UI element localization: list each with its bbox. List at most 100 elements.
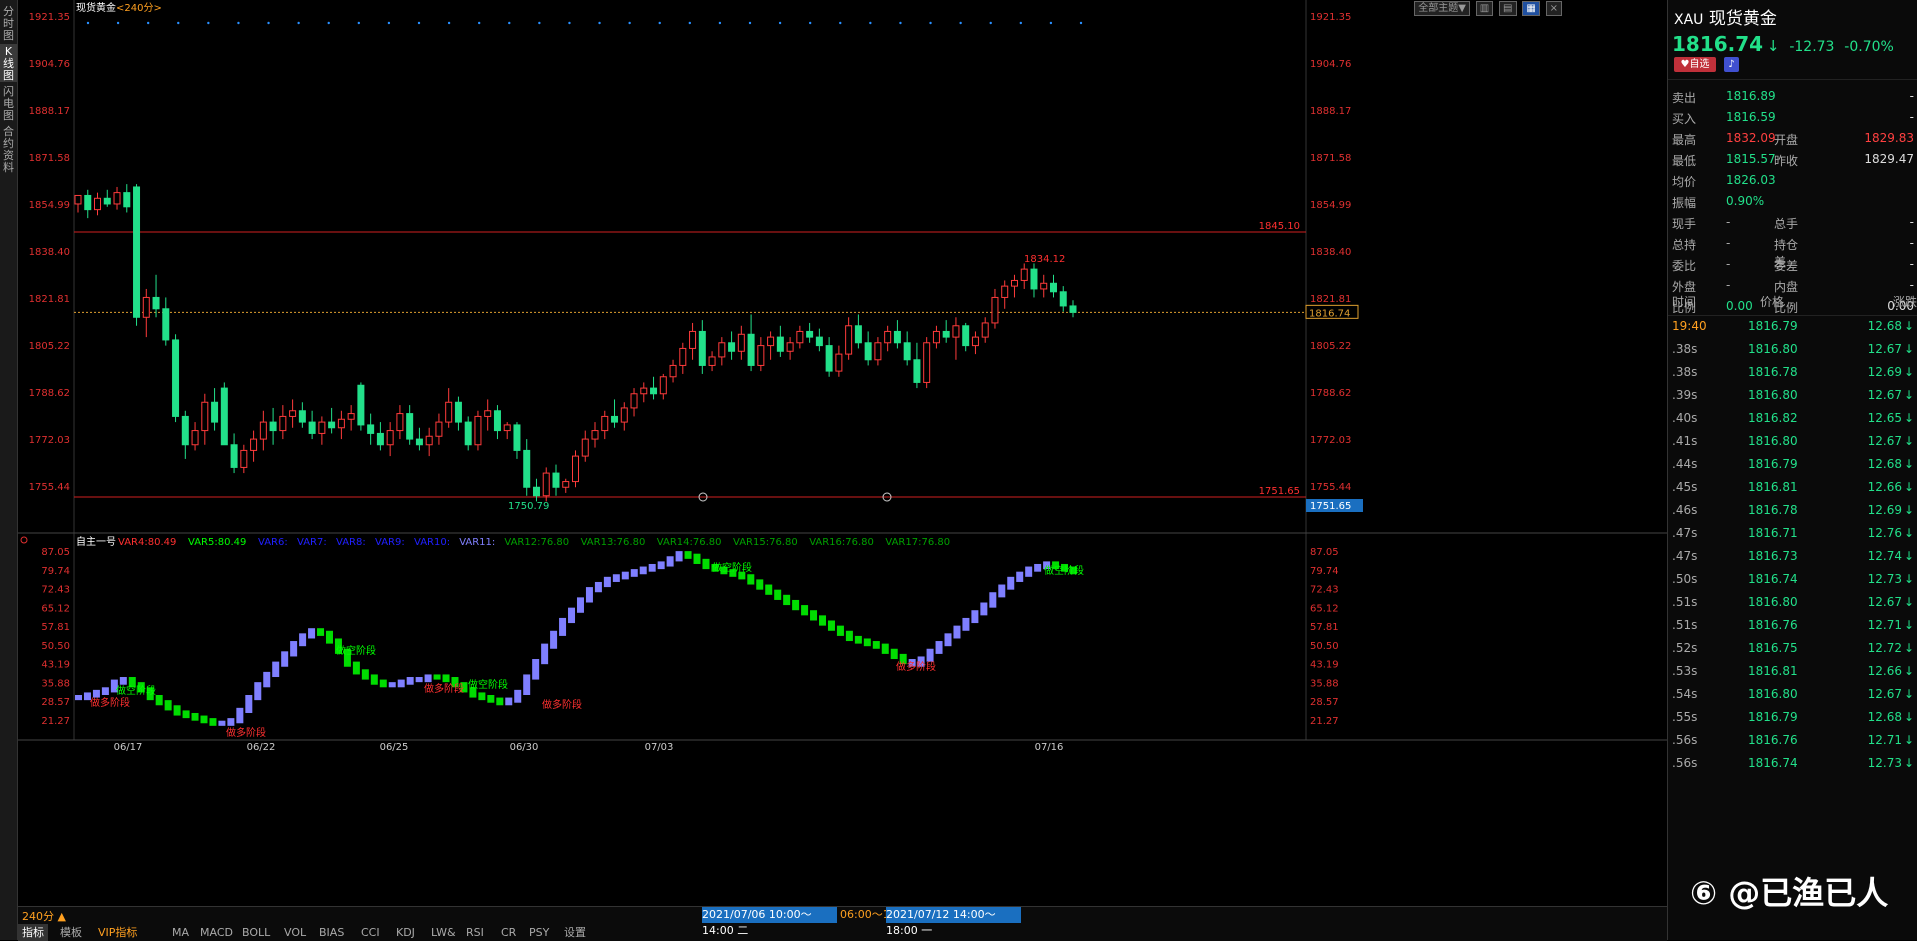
last-price: 1816.74 (1672, 32, 1764, 56)
tick-row: .47s 1816.73 12.74 ↓ (1668, 544, 1917, 569)
signal-dot (899, 21, 902, 25)
signal-dot (598, 21, 601, 25)
theme-dropdown[interactable]: 全部主题▼ (1414, 1, 1470, 16)
down-arrow-icon: ↓ (1904, 733, 1915, 747)
indicator-var: VAR16:76.80 (809, 537, 874, 548)
indicator-var: VAR9: (375, 537, 405, 548)
candle-body (835, 353, 843, 372)
tick-change: 12.67 (1867, 687, 1902, 701)
indicator-bar (182, 710, 190, 719)
tick-price: 1816.76 (1748, 733, 1798, 747)
candle-body (1001, 285, 1009, 298)
indicator-bar (541, 643, 549, 665)
indicator-tab[interactable]: VIP指标 (94, 924, 141, 941)
indicator-tab[interactable]: RSI (462, 924, 488, 941)
signal-dot (538, 21, 541, 25)
date-label: 06/25 (380, 742, 409, 753)
tick-row: .51s 1816.76 12.71 ↓ (1668, 613, 1917, 638)
indicator-bar (836, 625, 844, 636)
quote-value: - (1909, 110, 1914, 124)
indicator-bar (639, 566, 647, 575)
close-icon[interactable]: × (1545, 1, 1562, 16)
tick-price: 1816.79 (1748, 710, 1798, 724)
indicator-tab[interactable]: 指标 (18, 924, 48, 941)
tick-row: .50s 1816.74 12.73 ↓ (1668, 567, 1917, 592)
quote-value: - (1909, 236, 1914, 250)
indicator-bar (523, 674, 531, 696)
price-tick-left: 1772.03 (29, 435, 70, 446)
layout-2-icon[interactable]: ▤ (1499, 1, 1517, 16)
signal-dot (989, 21, 992, 25)
symbol-name: 现货黄金 (1708, 9, 1777, 29)
candle-body (337, 418, 345, 429)
indicator-var: VAR17:76.80 (885, 537, 950, 548)
quote-label: 均价 (1672, 175, 1697, 189)
period-selector[interactable]: 240分 ▲ (22, 908, 66, 924)
quote-label: 总持 (1672, 238, 1697, 252)
tab-flash[interactable]: 闪电图 (0, 86, 17, 122)
indicator-bar (998, 584, 1006, 598)
indicator-tab[interactable]: CR (497, 924, 520, 941)
indicator-bar (101, 687, 109, 696)
signal-dot (869, 21, 872, 25)
indicator-tab[interactable]: MA (168, 924, 193, 941)
indicator-tab[interactable]: 设置 (560, 924, 590, 941)
layout-1-icon[interactable]: ▥ (1475, 1, 1494, 16)
tick-row: .56s 1816.76 12.71 ↓ (1668, 728, 1917, 753)
price-tick-right: 1888.17 (1310, 106, 1351, 117)
quote-label: 最高 (1672, 133, 1697, 147)
indicator-tab[interactable]: BOLL (238, 924, 274, 941)
signal-dot (357, 21, 361, 25)
indicator-tab[interactable]: CCI (357, 924, 384, 941)
tab-time-share[interactable]: 分时图 (0, 6, 17, 42)
tick-time: .38s (1672, 342, 1698, 356)
signal-dot (387, 21, 391, 25)
signal-dot (146, 21, 150, 25)
candle-body (484, 410, 492, 417)
indicator-tick-right: 72.43 (1310, 585, 1339, 596)
candle-body (181, 415, 189, 446)
candle-body (698, 330, 706, 366)
indicator-tab[interactable]: MACD (196, 924, 237, 941)
indicator-bar (272, 661, 280, 678)
kline-chart[interactable]: 现货黄金 <240分> 1921.35 1921.35 1904.76 1904.76 18… (18, 0, 1667, 906)
tab-kline[interactable]: K线图 (0, 44, 17, 82)
layout-3-icon[interactable]: ▦ (1522, 1, 1540, 16)
down-arrow-icon: ↓ (1904, 434, 1915, 448)
tick-time: .41s (1672, 434, 1698, 448)
candle-body (1040, 282, 1048, 290)
candle-body (893, 330, 901, 344)
chart-toolbar: 全部主题▼ ▥ ▤ ▦ × (1412, 1, 1562, 16)
tab-contract-info[interactable]: 合约资料 (0, 126, 17, 174)
tick-change: 12.68 (1867, 710, 1902, 724)
left-tab-strip: 分时图 K线图 闪电图 合约资料 (0, 0, 18, 940)
candle-body (474, 415, 482, 446)
favorite-button[interactable]: ♥自选 (1674, 57, 1716, 72)
indicator-tab[interactable]: LW& (427, 924, 460, 941)
alert-bell-icon[interactable]: ♪ (1724, 57, 1739, 72)
price-tick-left: 1904.76 (29, 59, 70, 70)
tick-time: .56s (1672, 733, 1698, 747)
candle-body (123, 192, 131, 208)
indicator-tab[interactable]: VOL (280, 924, 310, 941)
phase-label: 做多阶段 (896, 660, 936, 673)
indicator-bar (532, 659, 540, 680)
price-tick-right: 1821.81 (1310, 294, 1351, 305)
indicator-tab[interactable]: PSY (525, 924, 553, 941)
tick-row: .56s 1816.74 12.73 ↓ (1668, 751, 1917, 776)
price-tick-right: 1772.03 (1310, 435, 1351, 446)
quote-label: 买入 (1672, 112, 1697, 126)
indicator-tab[interactable]: 模板 (56, 924, 86, 941)
candle-body (776, 336, 784, 352)
quote-value: 1815.57 (1726, 152, 1776, 166)
candle-body (611, 415, 619, 423)
indicator-tab[interactable]: KDJ (392, 924, 419, 941)
candle-body (708, 356, 716, 366)
candle-body (932, 330, 940, 344)
candle-body (1049, 282, 1057, 293)
signal-dot (237, 21, 240, 25)
signal-dot (508, 21, 511, 25)
indicator-tab[interactable]: BIAS (315, 924, 348, 941)
support-label: 1751.65 (1259, 486, 1300, 497)
quote-value: - (1909, 215, 1914, 229)
